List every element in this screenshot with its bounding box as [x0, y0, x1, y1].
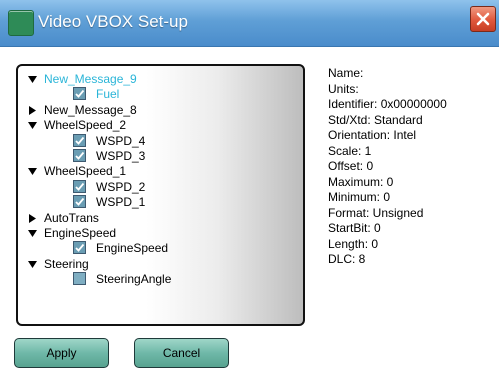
signal-tree[interactable]: New_Message_9 Fuel New_Message_8 WheelSpeed… [16, 64, 305, 326]
tree-node[interactable]: WheelSpeed_1 [18, 164, 303, 179]
triangle-down-icon[interactable] [28, 118, 38, 133]
tree-leaf-label: WSPD_1 [96, 195, 146, 210]
property-line: Name: [328, 66, 364, 80]
tree-node-label: New_Message_9 [44, 72, 137, 86]
property-line: Offset: 0 [328, 159, 374, 173]
tree-leaf[interactable]: EngineSpeed [18, 241, 303, 256]
vbox-app-icon [8, 10, 34, 36]
property-line: Std/Xtd: Standard [328, 112, 423, 127]
tree-leaf-label: EngineSpeed [96, 241, 169, 256]
property-line: StartBit: 0 [328, 221, 381, 235]
title-bar[interactable]: Video VBOX Set-up [0, 0, 499, 47]
close-icon [476, 12, 490, 26]
tree-node[interactable]: WheelSpeed_2 [18, 118, 303, 133]
checkmark-icon [75, 182, 85, 191]
tree-node[interactable]: EngineSpeed [18, 226, 303, 241]
tree-node[interactable]: New_Message_8 [18, 103, 303, 118]
triangle-down-icon[interactable] [28, 257, 38, 272]
signal-properties-panel: Name: Units: Identifier: 0x00000000 Std/Xtd… [328, 66, 498, 268]
apply-button[interactable]: Apply [14, 338, 109, 368]
property-line: DLC: 8 [328, 252, 366, 266]
signal-checkbox[interactable] [73, 133, 86, 147]
triangle-right-icon[interactable] [28, 103, 38, 118]
tree-leaf[interactable]: WSPD_3 [18, 149, 303, 164]
triangle-right-icon[interactable] [28, 211, 38, 226]
tree-node-label: WheelSpeed_2 [44, 118, 127, 133]
tree-leaf[interactable]: WSPD_4 [18, 133, 303, 149]
signal-checkbox[interactable] [73, 149, 86, 162]
tree-node-label: AutoTrans [44, 210, 99, 225]
signal-checkbox[interactable] [73, 272, 86, 286]
checkmark-icon [75, 244, 85, 253]
cancel-button[interactable]: Cancel [134, 338, 229, 368]
property-line: Units: [328, 81, 359, 96]
property-line: Maximum: 0 [328, 174, 394, 189]
tree-node-label: New_Message_8 [44, 102, 137, 117]
tree-leaf-label: WSPD_4 [96, 133, 146, 148]
checkmark-icon [75, 136, 85, 145]
signal-checkbox[interactable] [73, 241, 86, 255]
triangle-down-icon[interactable] [28, 226, 38, 241]
tree-leaf-label: WSPD_3 [96, 149, 146, 163]
tree-node[interactable]: Steering [18, 257, 303, 272]
property-line: Identifier: 0x00000000 [328, 97, 447, 111]
signal-checkbox[interactable] [73, 195, 86, 209]
property-line: Minimum: 0 [328, 190, 391, 204]
signal-checkbox[interactable] [73, 87, 86, 101]
tree-leaf-label: SteeringAngle [96, 272, 172, 287]
tree-leaf[interactable]: Fuel [18, 87, 303, 102]
property-line: Orientation: Intel [328, 128, 417, 142]
checkmark-icon [75, 198, 85, 207]
tree-leaf[interactable]: WSPD_2 [18, 179, 303, 195]
tree-leaf[interactable]: WSPD_1 [18, 195, 303, 210]
tree-node[interactable]: AutoTrans [18, 211, 303, 226]
property-line: Format: Unsigned [328, 205, 424, 220]
tree-leaf-label: Fuel [96, 87, 120, 102]
video-vbox-setup-window: Video VBOX Set-up New_Message_9 Fuel New_M… [0, 0, 499, 376]
signal-checkbox[interactable] [73, 179, 86, 193]
tree-node-label: EngineSpeed [44, 226, 117, 240]
tree-leaf-label: WSPD_2 [96, 179, 146, 194]
triangle-down-icon[interactable] [28, 72, 38, 87]
close-button[interactable] [470, 6, 496, 32]
window-title: Video VBOX Set-up [38, 12, 188, 31]
property-line: Length: 0 [328, 236, 379, 251]
tree-node-label: WheelSpeed_1 [44, 164, 127, 179]
checkmark-icon [75, 151, 85, 160]
tree-node-label: Steering [44, 256, 89, 271]
checkmark-icon [75, 90, 85, 99]
tree-leaf[interactable]: SteeringAngle [18, 272, 303, 287]
property-line: Scale: 1 [328, 143, 372, 158]
tree-node[interactable]: New_Message_9 [18, 72, 303, 87]
triangle-down-icon[interactable] [28, 164, 38, 179]
